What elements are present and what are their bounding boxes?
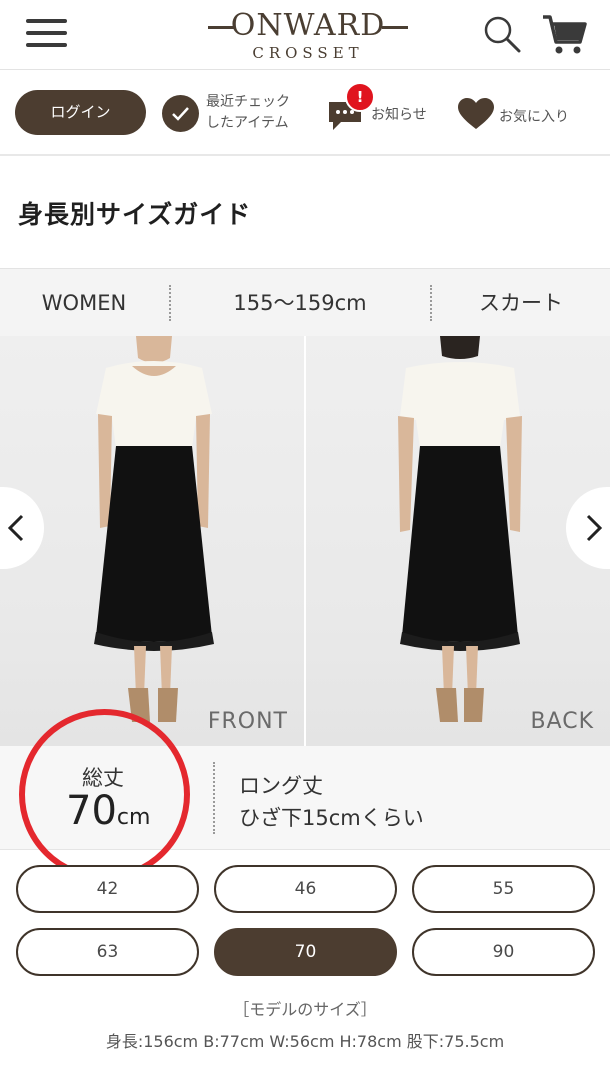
favorites-label: お気に入り [499,109,569,125]
model-size-detail: 身長:156cm B:77cm W:56cm H:78cm 股下:75.5cm [105,1032,505,1051]
menu-icon[interactable] [26,17,68,49]
length-info: 総丈 70cm ロング丈 ひざ下15cmくらい [0,746,610,850]
size-button-55[interactable]: 55 [412,865,595,913]
logo-sub-text: CROSSET [252,44,364,62]
model-figure-back [398,336,522,722]
favorites-link[interactable]: お気に入り [458,98,598,138]
cart-icon[interactable] [540,12,588,56]
site-header: ONWARD CROSSET [0,0,610,70]
notifications-label: お知らせ [371,107,427,123]
next-arrow-button[interactable] [566,487,610,569]
front-label: FRONT [207,709,288,734]
user-nav: ログイン 最近チェック したアイテム ! お知らせ お気に入り [0,70,610,156]
logo[interactable]: ONWARD CROSSET [205,6,411,64]
page-title: 身長別サイズガイド [18,200,252,229]
length-description-position: ひざ下15cmくらい [239,806,424,830]
model-figure-front [94,336,214,722]
chevron-left-icon [7,514,24,542]
filter-bar: WOMEN 155〜159cm スカート [0,268,610,336]
notifications-link[interactable]: ! お知らせ [327,82,447,138]
size-button-70[interactable]: 70 [214,928,397,976]
size-button-42[interactable]: 42 [16,865,199,913]
back-label: BACK [530,709,594,734]
model-photo-front: FRONT [0,336,304,746]
length-description-type: ロング丈 [239,774,323,798]
length-divider [213,762,215,834]
recent-items-link[interactable]: 最近チェック したアイテム [162,90,312,138]
size-button-90[interactable]: 90 [412,928,595,976]
filter-height[interactable]: 155〜159cm [171,269,429,337]
filter-gender[interactable]: WOMEN [0,269,168,337]
prev-arrow-button[interactable] [0,487,44,569]
size-button-63[interactable]: 63 [16,928,199,976]
model-photo-back: BACK [306,336,610,746]
check-icon [162,95,199,132]
chevron-right-icon [586,514,603,542]
model-size-title: ［モデルのサイズ］ [233,1000,377,1019]
logo-main-text: ONWARD [230,8,386,43]
search-icon[interactable] [482,14,522,54]
heart-icon [458,98,494,130]
recent-items-label: 最近チェック したアイテム [206,94,290,131]
filter-category[interactable]: スカート [432,269,610,337]
size-button-46[interactable]: 46 [214,865,397,913]
length-value: 70cm [66,788,151,834]
login-button[interactable]: ログイン [15,90,146,135]
